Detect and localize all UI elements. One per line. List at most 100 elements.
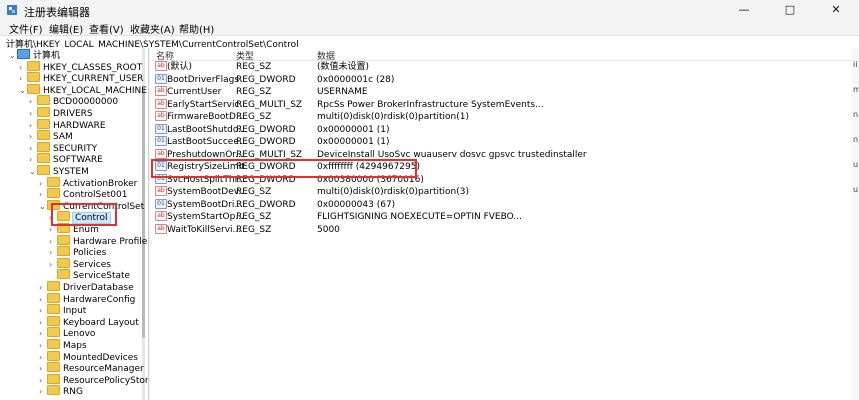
chevron-right-icon[interactable]: ›: [39, 305, 47, 316]
title-bar: 注册表编辑器 — □ ✕: [0, 0, 859, 20]
string-value-icon: ab: [155, 61, 167, 71]
chevron-right-icon[interactable]: ›: [29, 143, 37, 154]
chevron-right-icon[interactable]: ›: [39, 386, 47, 397]
chevron-down-icon[interactable]: ⌄: [29, 166, 37, 177]
tree-item[interactable]: › ActivationBroker: [39, 176, 137, 189]
binary-value-icon: 01: [155, 136, 167, 146]
tree-item[interactable]: › Hardware Profile: [49, 234, 147, 247]
value-row[interactable]: ab WaitToKillServi... REG_SZ 5000: [150, 223, 859, 236]
chevron-right-icon[interactable]: ›: [29, 108, 37, 119]
chevron-right-icon[interactable]: ›: [39, 352, 47, 363]
tree-item[interactable]: ⌄ SYSTEM: [29, 165, 89, 177]
chevron-right-icon[interactable]: ›: [39, 282, 47, 293]
tree-item-label: Policies: [73, 248, 107, 259]
chevron-right-icon[interactable]: ›: [49, 259, 57, 270]
tree-item[interactable]: › MountedDevices: [39, 350, 138, 363]
value-row[interactable]: ab FirmwareBootD... REG_SZ multi(0)disk(0)r…: [150, 111, 859, 123]
chevron-right-icon[interactable]: ›: [29, 131, 37, 142]
chevron-right-icon[interactable]: ›: [49, 236, 57, 247]
tree-item[interactable]: › SOFTWARE: [29, 153, 103, 166]
tree-item[interactable]: › HKEY_CLASSES_ROOT: [19, 60, 142, 73]
binary-value-icon: 01: [155, 73, 167, 84]
chevron-down-icon[interactable]: ⌄: [39, 201, 47, 212]
folder-icon: [47, 327, 60, 338]
value-data: RpcSs Power BrokerInfrastructure SystemE…: [317, 99, 544, 110]
close-button[interactable]: ✕: [813, 0, 859, 20]
tree-item[interactable]: › Policies: [49, 246, 107, 259]
value-row[interactable]: ab SystemBootDev... REG_SZ multi(0)disk(0)r…: [150, 186, 859, 198]
minimize-button[interactable]: —: [721, 0, 767, 20]
tree-item[interactable]: › BCD00000000: [29, 95, 118, 107]
chevron-right-icon[interactable]: ›: [29, 120, 37, 131]
tree-item[interactable]: › ResourceManager: [39, 362, 144, 375]
tree-item[interactable]: › ControlSet001: [39, 188, 128, 200]
value-type: REG_SZ: [236, 87, 272, 97]
value-name: BootDriverFlags: [167, 74, 240, 85]
value-row[interactable]: ab CurrentUser REG_SZ USERNAME: [150, 86, 859, 98]
tree-item[interactable]: › RNG: [39, 385, 83, 398]
chevron-down-icon[interactable]: ⌄: [9, 50, 17, 61]
control-highlight-box: [51, 203, 117, 226]
folder-icon: [47, 281, 60, 291]
tree-item[interactable]: › Lenovo: [39, 327, 95, 339]
menu-edit[interactable]: 编辑(E): [49, 21, 83, 36]
tree-item-label: ResourceManager: [63, 364, 144, 375]
menu-help[interactable]: 帮助(H): [179, 21, 214, 36]
tree-item[interactable]: › Input: [39, 304, 86, 316]
chevron-right-icon[interactable]: ›: [19, 62, 27, 73]
tree-item[interactable]: ⌄ 计算机: [9, 49, 60, 61]
chevron-right-icon[interactable]: ›: [39, 317, 47, 328]
menu-view[interactable]: 查看(V): [89, 21, 124, 36]
chevron-right-icon[interactable]: ›: [19, 73, 27, 84]
tree-item[interactable]: › Maps: [39, 339, 87, 351]
chevron-right-icon[interactable]: ›: [49, 247, 57, 258]
value-row[interactable]: ab SystemStartOp... REG_SZ FLIGHTSIGNING N…: [150, 211, 859, 223]
tree-item-label: ServiceState: [73, 271, 131, 282]
background-window-edge: ii m n n u u: [852, 48, 859, 400]
tree-item[interactable]: ⌄ HKEY_LOCAL_MACHINE: [19, 83, 147, 96]
tree-item[interactable]: › Keyboard Layout: [39, 315, 139, 328]
string-value-icon: ab: [155, 111, 167, 121]
tree-item[interactable]: › SECURITY: [29, 141, 97, 154]
tree-item-label: SAM: [53, 132, 73, 143]
chevron-right-icon[interactable]: ›: [39, 363, 47, 374]
tree-scrollbar[interactable]: [142, 48, 145, 400]
chevron-right-icon[interactable]: ›: [39, 328, 47, 339]
value-row[interactable]: 01 BootDriverFlags REG_DWORD 0x0000001c (28…: [150, 73, 859, 86]
value-name: SystemBootDev...: [167, 187, 247, 197]
tree-item[interactable]: › SAM: [29, 130, 73, 143]
tree-item[interactable]: › ResourcePolicyStore: [39, 373, 148, 386]
tree-item[interactable]: › HKEY_CURRENT_USER: [19, 72, 143, 84]
value-row[interactable]: 01 LastBootSuccee... REG_DWORD 0x00000001 (…: [150, 136, 859, 148]
tree-item-label: RNG: [63, 387, 83, 398]
chevron-right-icon[interactable]: ›: [29, 96, 37, 107]
chevron-right-icon[interactable]: ›: [39, 294, 47, 305]
string-value-icon: ab: [155, 211, 167, 221]
tree-item[interactable]: › DRIVERS: [29, 107, 93, 119]
chevron-right-icon[interactable]: ›: [29, 154, 37, 165]
value-row[interactable]: ab (默认) REG_SZ (数值未设置): [150, 61, 859, 73]
chevron-right-icon[interactable]: ›: [39, 178, 47, 189]
maximize-button[interactable]: □: [767, 0, 813, 20]
tree-item[interactable]: ServiceState: [49, 269, 131, 282]
chevron-right-icon[interactable]: ›: [39, 375, 47, 386]
tree-item[interactable]: › HardwareConfig: [39, 292, 135, 305]
value-data: FLIGHTSIGNING NOEXECUTE=OPTIN FVEBO...: [317, 212, 522, 222]
value-row[interactable]: ab EarlyStartServic... REG_MULTI_SZ RpcSs P…: [150, 98, 859, 111]
tree-item[interactable]: › HARDWARE: [29, 118, 106, 131]
chevron-down-icon[interactable]: ⌄: [19, 85, 27, 96]
chevron-right-icon[interactable]: ›: [39, 189, 47, 200]
menu-favorites[interactable]: 收藏夹(A): [130, 21, 175, 36]
tree-scrollbar-thumb[interactable]: [142, 88, 145, 338]
folder-icon: [57, 246, 70, 257]
folder-icon: [57, 269, 70, 280]
menu-file[interactable]: 文件(F): [9, 21, 43, 36]
folder-icon: [27, 72, 40, 83]
tree-item[interactable]: › Services: [49, 257, 111, 270]
window-title: 注册表编辑器: [24, 6, 90, 19]
value-row[interactable]: 01 SystemBootDri... REG_DWORD 0x00000043 (6…: [150, 198, 859, 211]
value-row[interactable]: 01 LastBootShutdo... REG_DWORD 0x00000001 (…: [150, 123, 859, 136]
chevron-right-icon[interactable]: ›: [39, 340, 47, 351]
tree-item[interactable]: › DriverDatabase: [39, 281, 134, 293]
tree-item-label: SOFTWARE: [53, 155, 103, 166]
